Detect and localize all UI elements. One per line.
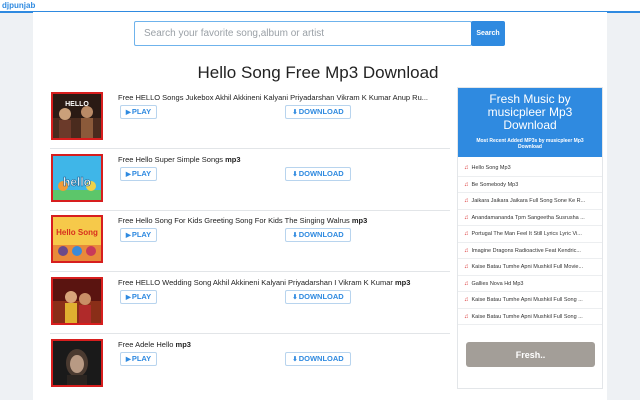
song-thumbnail[interactable]: Hello Song bbox=[51, 215, 103, 263]
music-note-icon: ♫ bbox=[464, 280, 469, 287]
search-input[interactable] bbox=[135, 22, 471, 45]
download-button[interactable]: ⬇DOWNLOAD bbox=[285, 228, 351, 242]
play-icon: ▶ bbox=[125, 232, 131, 239]
fresh-music-item[interactable]: ♫ Jaikara Jaikara Jaikara Full Song Sone … bbox=[458, 193, 602, 210]
play-button[interactable]: ▶PLAY bbox=[120, 352, 157, 366]
fresh-music-item[interactable]: ♫ Kaise Batau Tumhe Apni Mushkil Full Son… bbox=[458, 309, 602, 325]
play-button[interactable]: ▶PLAY bbox=[120, 228, 157, 242]
search-box bbox=[134, 21, 472, 46]
song-thumbnail[interactable] bbox=[51, 339, 103, 387]
play-icon: ▶ bbox=[125, 356, 131, 363]
song-item: Free HELLO Wedding Song Akhil Akkineni K… bbox=[50, 277, 450, 334]
download-icon: ⬇ bbox=[292, 356, 298, 363]
search-button[interactable]: Search bbox=[471, 21, 505, 46]
svg-text:Hello Song: Hello Song bbox=[56, 228, 98, 237]
fresh-music-panel: Fresh Music by musicpleer Mp3 Download M… bbox=[457, 87, 603, 389]
song-thumbnail[interactable]: hello bbox=[51, 154, 103, 202]
main-container: Search Hello Song Free Mp3 Download HELL… bbox=[33, 12, 607, 400]
play-icon: ▶ bbox=[125, 109, 131, 116]
song-title[interactable]: Free HELLO Wedding Song Akhil Akkineni K… bbox=[118, 278, 448, 287]
fresh-music-subtitle: Most Recent Added MP3s by musicpleer Mp3… bbox=[476, 138, 584, 150]
music-note-icon: ♫ bbox=[464, 247, 469, 254]
fresh-music-item[interactable]: ♫ Portugal The Man Feel It Still Lyrics L… bbox=[458, 226, 602, 243]
fresh-button[interactable]: Fresh.. bbox=[466, 342, 595, 367]
download-icon: ⬇ bbox=[292, 232, 298, 239]
fresh-music-item[interactable]: ♫ Be Somebody Mp3 bbox=[458, 177, 602, 193]
download-button[interactable]: ⬇DOWNLOAD bbox=[285, 290, 351, 304]
song-title[interactable]: Free Adele Hello mp3 bbox=[118, 340, 448, 349]
play-button[interactable]: ▶PLAY bbox=[120, 105, 157, 119]
download-button[interactable]: ⬇DOWNLOAD bbox=[285, 167, 351, 181]
fresh-music-list: ♫ Hello Song Mp3 ♫ Be Somebody Mp3 ♫ Jaikar… bbox=[458, 160, 602, 325]
music-note-icon: ♫ bbox=[464, 214, 469, 221]
music-note-icon: ♫ bbox=[464, 198, 469, 204]
fresh-music-header: Fresh Music by musicpleer Mp3 Download M… bbox=[458, 88, 602, 157]
play-button[interactable]: ▶PLAY bbox=[120, 290, 157, 304]
music-note-icon: ♫ bbox=[464, 165, 469, 171]
fresh-music-item[interactable]: ♫ Gallies Nova Hd Mp3 bbox=[458, 276, 602, 292]
play-button[interactable]: ▶PLAY bbox=[120, 167, 157, 181]
thumbnail-image: Hello Song bbox=[53, 217, 101, 261]
play-icon: ▶ bbox=[125, 171, 131, 178]
music-note-icon: ♫ bbox=[464, 297, 469, 303]
download-button[interactable]: ⬇DOWNLOAD bbox=[285, 352, 351, 366]
music-note-icon: ♫ bbox=[464, 181, 469, 188]
download-icon: ⬇ bbox=[292, 171, 298, 178]
fresh-music-title: Fresh Music by musicpleer Mp3 Download bbox=[487, 92, 573, 132]
song-thumbnail[interactable] bbox=[51, 277, 103, 325]
song-item: HELLO Free HELLO Songs Jukebox Akhil Akk… bbox=[50, 92, 450, 149]
song-title[interactable]: Free Hello Song For Kids Greeting Song F… bbox=[118, 216, 448, 225]
thumbnail-image bbox=[53, 341, 101, 385]
song-thumbnail[interactable]: HELLO bbox=[51, 92, 103, 140]
site-logo-text[interactable]: djpunjab bbox=[2, 0, 35, 11]
song-title[interactable]: Free Hello Super Simple Songs mp3 bbox=[118, 155, 448, 164]
music-note-icon: ♫ bbox=[464, 231, 469, 237]
download-icon: ⬇ bbox=[292, 294, 298, 301]
fresh-music-item[interactable]: ♫ Kaise Batau Tumhe Apni Mushkil Full Mov… bbox=[458, 259, 602, 276]
download-icon: ⬇ bbox=[292, 109, 298, 116]
play-icon: ▶ bbox=[125, 294, 131, 301]
music-note-icon: ♫ bbox=[464, 313, 469, 320]
fresh-music-item[interactable]: ♫ Anandamananda Tpm Sangeetha Susrusha ..… bbox=[458, 210, 602, 226]
song-item: Free Adele Hello mp3 ▶PLAY ⬇DOWNLOAD bbox=[50, 339, 450, 396]
thumbnail-image: HELLO bbox=[53, 94, 101, 138]
download-button[interactable]: ⬇DOWNLOAD bbox=[285, 105, 351, 119]
fresh-music-item[interactable]: ♫ Kaise Batau Tumhe Apni Mushkil Full Son… bbox=[458, 292, 602, 309]
song-title[interactable]: Free HELLO Songs Jukebox Akhil Akkineni … bbox=[118, 93, 448, 102]
fresh-music-item[interactable]: ♫ Imagine Dragons Radioactive Feat Kendri… bbox=[458, 243, 602, 259]
svg-text:HELLO: HELLO bbox=[65, 101, 89, 108]
song-item: Hello Song Free Hello Song For Kids Gree… bbox=[50, 215, 450, 272]
page-title: Hello Song Free Mp3 Download bbox=[197, 63, 439, 82]
thumbnail-image: hello bbox=[53, 156, 101, 200]
music-note-icon: ♫ bbox=[464, 264, 469, 270]
svg-text:hello: hello bbox=[63, 175, 91, 189]
thumbnail-image bbox=[53, 279, 101, 323]
song-item: hello Free Hello Super Simple Songs mp3 … bbox=[50, 154, 450, 211]
fresh-music-item[interactable]: ♫ Hello Song Mp3 bbox=[458, 160, 602, 177]
